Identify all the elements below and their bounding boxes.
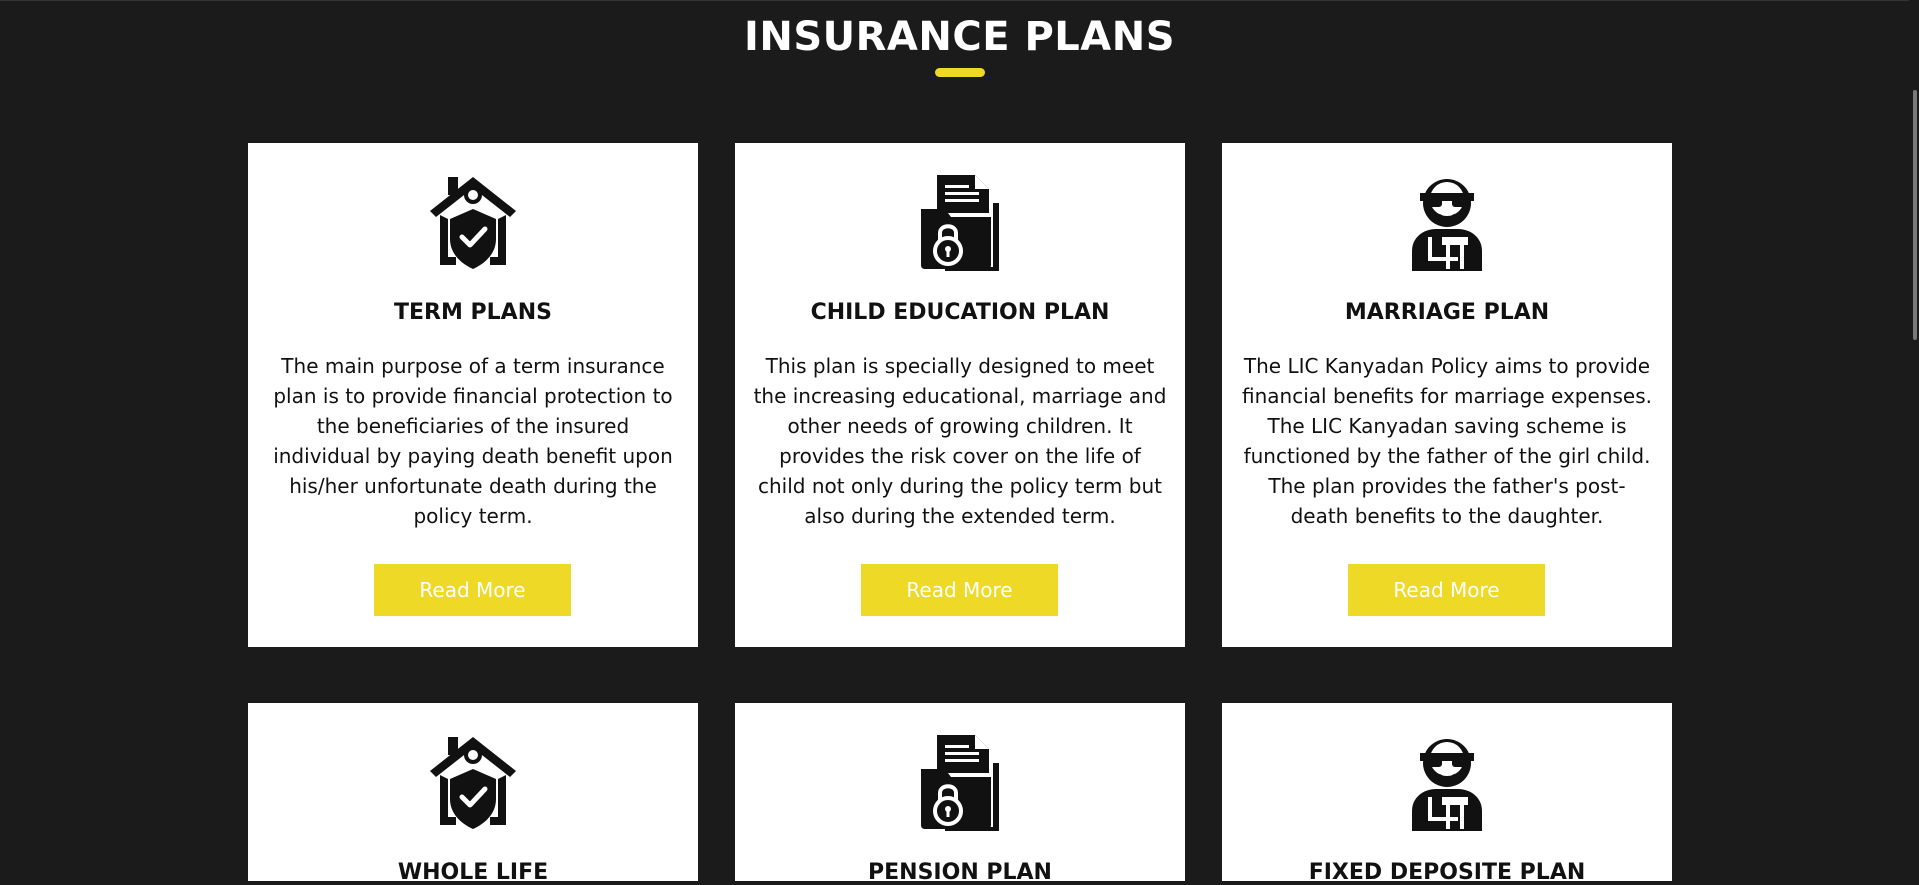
plan-title: CHILD EDUCATION PLAN [810, 300, 1110, 325]
read-more-button[interactable]: Read More [1348, 564, 1545, 616]
plan-card-fixed-deposite: FIXED DEPOSITE PLAN [1222, 703, 1672, 885]
house-shield-icon [428, 733, 518, 833]
scrollbar-thumb[interactable] [1913, 90, 1917, 340]
top-divider [0, 0, 1919, 1]
title-underline [935, 68, 985, 77]
plan-title: PENSION PLAN [868, 860, 1052, 885]
plan-description: This plan is specially designed to meet … [753, 354, 1167, 528]
plan-card-pension: PENSION PLAN [735, 703, 1185, 885]
read-more-button[interactable]: Read More [861, 564, 1058, 616]
plan-title: TERM PLANS [394, 300, 552, 325]
plan-title: MARRIAGE PLAN [1344, 300, 1550, 325]
house-shield-icon [428, 173, 518, 273]
plan-card-child-education: CHILD EDUCATION PLAN This plan is specia… [735, 143, 1185, 647]
plan-title: WHOLE LIFE [397, 860, 549, 885]
folder-lock-icon [915, 733, 1005, 833]
secret-agent-icon [1402, 733, 1492, 833]
section-title: INSURANCE PLANS [743, 14, 1176, 60]
plan-description: The main purpose of a term insurance pla… [273, 354, 673, 528]
plan-card-whole-life: WHOLE LIFE [248, 703, 698, 885]
insurance-plans-section: INSURANCE PLANS TERM PLANS The main purp… [0, 0, 1919, 885]
folder-lock-icon [915, 173, 1005, 273]
read-more-button[interactable]: Read More [374, 564, 571, 616]
plan-card-marriage: MARRIAGE PLAN The LIC Kanyadan Policy ai… [1222, 143, 1672, 647]
page-scrollbar[interactable] [1909, 0, 1919, 881]
plan-card-term: TERM PLANS The main purpose of a term in… [248, 143, 698, 647]
plan-description: The LIC Kanyadan Policy aims to provide … [1242, 354, 1652, 528]
secret-agent-icon [1402, 173, 1492, 273]
plan-title: FIXED DEPOSITE PLAN [1308, 860, 1586, 885]
